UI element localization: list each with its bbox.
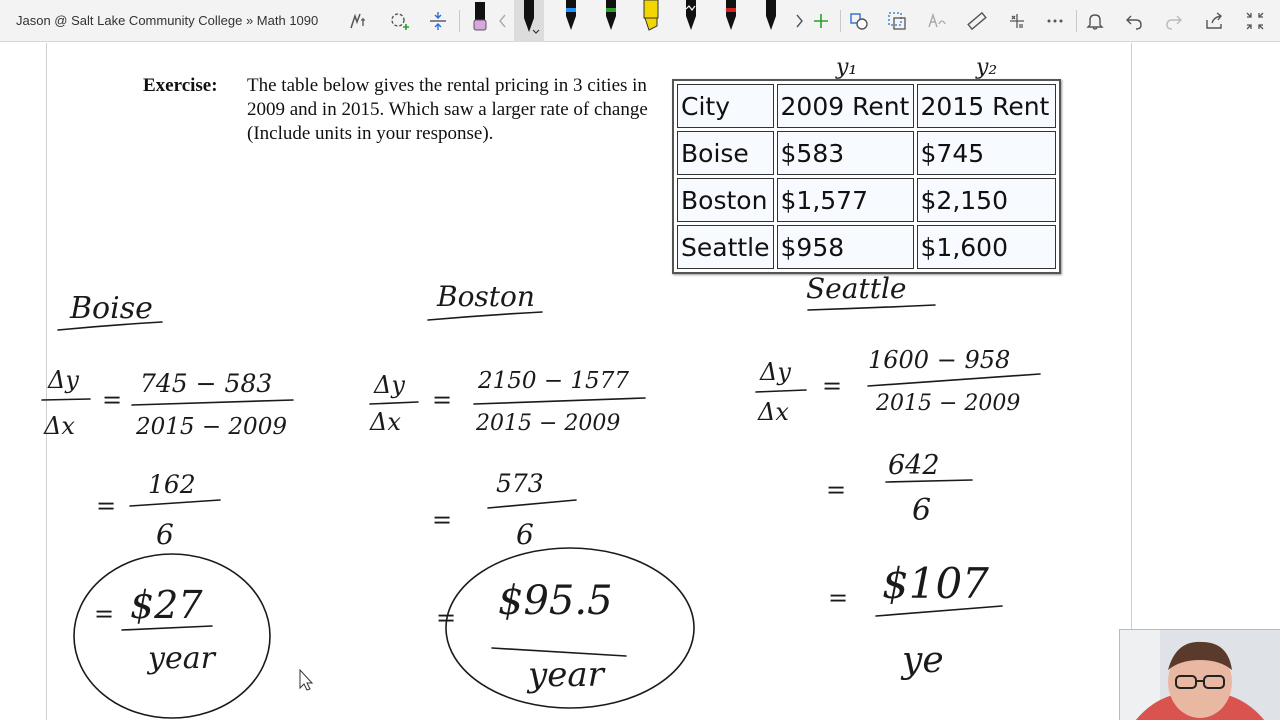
table-cell: $1,600 [916, 225, 1056, 269]
lasso-add-icon[interactable] [384, 6, 414, 36]
rent-table: City 2009 Rent 2015 Rent Boise $583 $745… [672, 79, 1061, 274]
table-header-cell: City [677, 84, 774, 128]
notifications-icon[interactable] [1080, 6, 1110, 36]
table-row: Boise $583 $745 [677, 131, 1056, 175]
table-row: Boston $1,577 $2,150 [677, 178, 1056, 222]
ink-to-text-icon[interactable] [922, 6, 952, 36]
webcam-feed [1119, 629, 1280, 720]
highlighter-yellow-icon[interactable] [636, 0, 666, 42]
table-cell: Boston [677, 178, 774, 222]
exercise-body: The table below gives the rental pricing… [247, 75, 648, 144]
table-cell: $1,577 [776, 178, 914, 222]
table-cell: $583 [776, 131, 914, 175]
pen-galaxy-icon[interactable] [676, 0, 706, 42]
lasso-select-icon[interactable] [882, 6, 912, 36]
touch-writing-icon[interactable] [343, 6, 373, 36]
shapes-icon[interactable] [844, 6, 874, 36]
math-icon[interactable] [1002, 6, 1032, 36]
chevron-left-icon[interactable] [492, 6, 514, 36]
table-row: Seattle $958 $1,600 [677, 225, 1056, 269]
fullscreen-icon[interactable] [1240, 6, 1270, 36]
table-cell: $2,150 [916, 178, 1056, 222]
pen-black-icon[interactable] [756, 0, 786, 42]
breadcrumb[interactable]: Jason @ Salt Lake Community College » Ma… [16, 13, 318, 28]
highlighter-eraser-icon[interactable] [465, 0, 495, 42]
presenter-avatar [1120, 630, 1280, 720]
exercise-text: Exercise: The table below gives the rent… [143, 74, 663, 146]
add-pen-icon[interactable] [806, 6, 836, 36]
table-header-cell: 2015 Rent [916, 84, 1056, 128]
table-cell: $745 [916, 131, 1056, 175]
table-header-row: City 2009 Rent 2015 Rent [677, 84, 1056, 128]
share-icon[interactable] [1199, 6, 1229, 36]
pen-black-active[interactable] [514, 0, 544, 42]
more-icon[interactable] [1040, 6, 1070, 36]
pen-green-icon[interactable] [596, 0, 626, 42]
exercise-label: Exercise: [143, 75, 218, 96]
table-cell: Boise [677, 131, 774, 175]
undo-icon[interactable] [1119, 6, 1149, 36]
table-cell: $958 [776, 225, 914, 269]
ink-toolbar: Jason @ Salt Lake Community College » Ma… [0, 0, 1280, 42]
ruler-icon[interactable] [962, 6, 992, 36]
redo-icon[interactable] [1159, 6, 1189, 36]
table-cell: Seattle [677, 225, 774, 269]
insert-space-icon[interactable] [423, 6, 453, 36]
pen-blue-icon[interactable] [556, 0, 586, 42]
table-header-cell: 2009 Rent [776, 84, 914, 128]
pen-red-icon[interactable] [716, 0, 746, 42]
